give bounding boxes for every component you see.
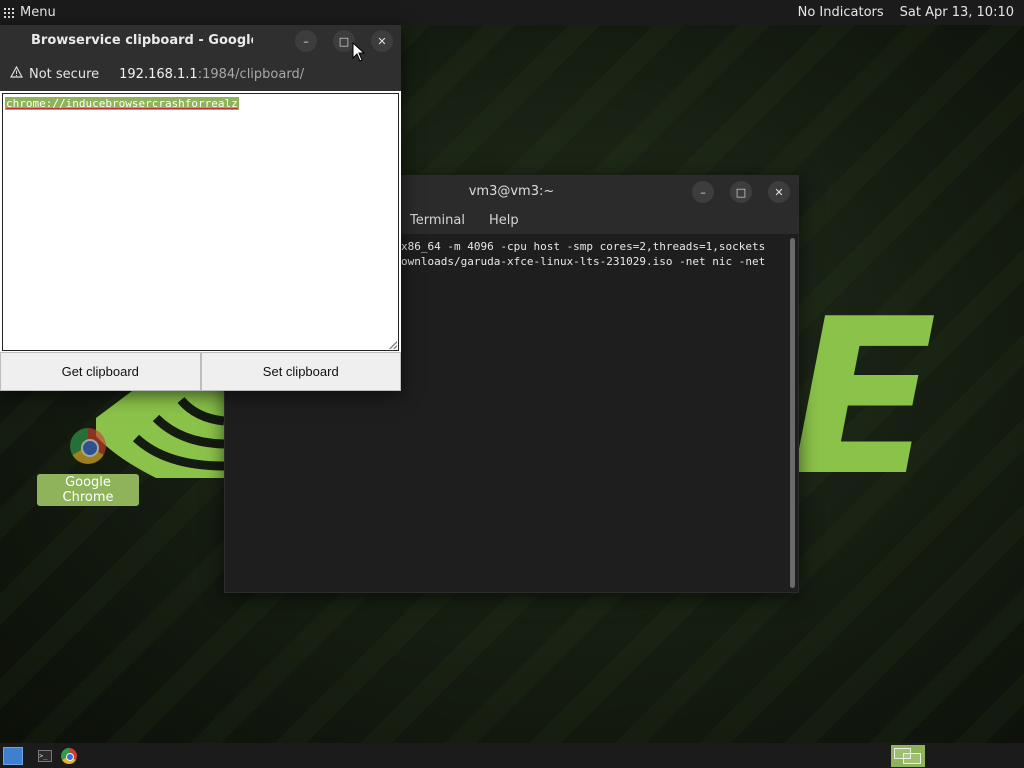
address-bar[interactable]: Not secure 192.168.1.1:1984/clipboard/ <box>0 57 401 91</box>
terminal-icon: >_ <box>38 749 52 762</box>
apps-grid-icon <box>4 7 14 18</box>
browser-minimize-button[interactable]: – <box>295 30 317 52</box>
desktop-icon-label: Google Chrome <box>37 474 139 506</box>
menu-label: Menu <box>20 5 56 20</box>
terminal-maximize-button[interactable]: □ <box>730 181 752 203</box>
desktop-icon-google-chrome[interactable]: Google Chrome <box>37 428 139 506</box>
security-label[interactable]: Not secure <box>29 67 99 82</box>
chrome-icon <box>61 747 77 764</box>
get-clipboard-button[interactable]: Get clipboard <box>0 352 201 391</box>
clock[interactable]: Sat Apr 13, 10:10 <box>900 5 1014 20</box>
show-desktop-icon <box>3 746 23 765</box>
page-content: chrome://inducebrowsercrashforrealz Get … <box>0 91 401 391</box>
browser-close-button[interactable]: ✕ <box>371 30 393 52</box>
clipboard-textarea[interactable]: chrome://inducebrowsercrashforrealz <box>2 93 399 351</box>
terminal-title: vm3@vm3:~ <box>468 183 555 199</box>
set-clipboard-button[interactable]: Set clipboard <box>200 352 401 391</box>
chrome-icon <box>70 428 106 464</box>
warning-icon[interactable] <box>9 65 24 82</box>
terminal-line: x86_64 -m 4096 -cpu host -smp cores=2,th… <box>401 240 766 253</box>
workspace-switcher[interactable] <box>891 744 925 767</box>
mouse-cursor-icon <box>352 42 366 62</box>
browser-titlebar[interactable]: Browservice clipboard - Google Chrome – … <box>0 25 401 57</box>
taskbar-google-chrome[interactable] <box>58 746 80 766</box>
taskbar: >_ <box>0 743 1024 768</box>
browser-title: Browservice clipboard - Google Chrome <box>31 33 253 48</box>
indicators-applet[interactable]: No Indicators <box>798 5 884 20</box>
terminal-menu-terminal[interactable]: Terminal <box>410 213 465 228</box>
menu-button[interactable]: Menu <box>0 0 56 25</box>
url-host[interactable]: 192.168.1.1 <box>119 67 198 82</box>
terminal-scrollbar[interactable] <box>790 238 795 588</box>
taskbar-terminal[interactable]: >_ <box>34 746 56 766</box>
top-panel: Menu No Indicators Sat Apr 13, 10:10 <box>0 0 1024 25</box>
terminal-close-button[interactable]: ✕ <box>768 181 790 203</box>
clipboard-text-selected: chrome://inducebrowsercrashforrealz <box>5 97 239 110</box>
taskbar-show-desktop[interactable] <box>2 746 24 766</box>
browser-window[interactable]: Browservice clipboard - Google Chrome – … <box>0 25 401 391</box>
url-path[interactable]: :1984/clipboard/ <box>198 67 304 82</box>
wallpaper-logo-letter: E <box>790 272 937 523</box>
terminal-minimize-button[interactable]: – <box>692 181 714 203</box>
terminal-line: ownloads/garuda-xfce-linux-lts-231029.is… <box>401 255 766 268</box>
terminal-menu-help[interactable]: Help <box>489 213 519 228</box>
resize-grip-icon[interactable] <box>389 341 397 349</box>
